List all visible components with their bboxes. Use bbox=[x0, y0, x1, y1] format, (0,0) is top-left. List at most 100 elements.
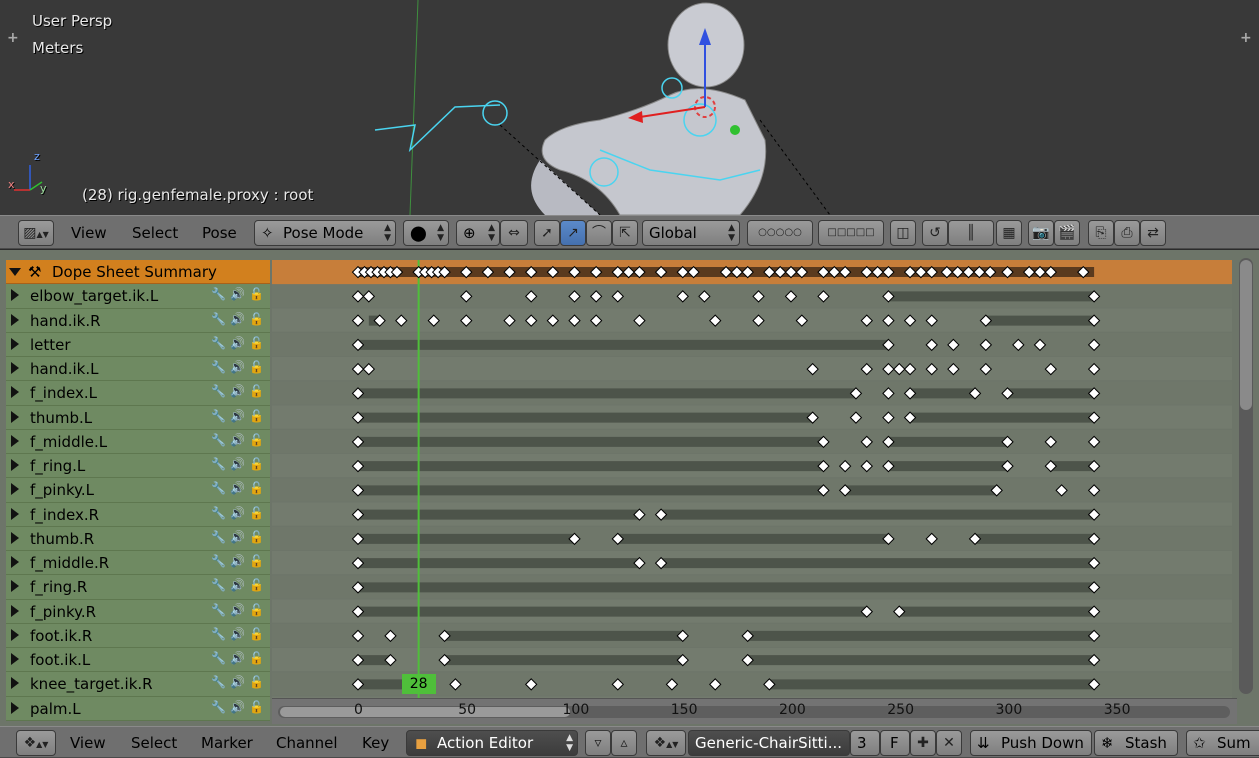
mute-speaker-icon[interactable]: 🔊 bbox=[230, 312, 249, 326]
mute-speaker-icon[interactable]: 🔊 bbox=[230, 457, 249, 471]
menu-marker[interactable]: Marker bbox=[201, 730, 253, 756]
paste-pose-icon[interactable]: ⎙ bbox=[1114, 220, 1140, 246]
new-action-icon[interactable]: ✚ bbox=[910, 730, 936, 756]
menu-view[interactable]: View bbox=[71, 220, 107, 246]
summary-toggle-button[interactable]: ✩ Sum bbox=[1186, 730, 1259, 756]
horizontal-scrollbar[interactable] bbox=[278, 706, 1230, 718]
push-down-button[interactable]: ⇊ Push Down bbox=[970, 730, 1092, 756]
summary-channel[interactable]: ⚒ Dope Sheet Summary bbox=[6, 260, 270, 285]
modifier-wrench-icon[interactable]: 🔧 bbox=[211, 554, 230, 568]
manipulator-toggle-icon[interactable]: ➚ bbox=[534, 220, 560, 246]
toolshelf-toggle-icon[interactable]: + bbox=[7, 30, 19, 46]
mute-speaker-icon[interactable]: 🔊 bbox=[230, 287, 249, 301]
modifier-wrench-icon[interactable]: 🔧 bbox=[211, 530, 230, 544]
channel-row[interactable]: hand.ik.L 🔧🔊🔓 bbox=[6, 357, 270, 382]
collapse-triangle-icon[interactable] bbox=[9, 268, 21, 276]
channel-row[interactable]: f_pinky.L 🔧🔊🔓 bbox=[6, 478, 270, 503]
channel-row[interactable]: knee_target.ik.R 🔧🔊🔓 bbox=[6, 672, 270, 697]
modifier-wrench-icon[interactable]: 🔧 bbox=[211, 409, 230, 423]
3d-viewport[interactable]: User Persp Meters (28) rig.genfemale.pro… bbox=[0, 0, 1259, 215]
lock-icon[interactable]: 🔓 bbox=[249, 627, 268, 641]
channel-row[interactable]: thumb.R 🔧🔊🔓 bbox=[6, 526, 270, 551]
lock-icon[interactable]: 🔓 bbox=[249, 578, 268, 592]
mute-speaker-icon[interactable]: 🔊 bbox=[230, 651, 249, 665]
stash-button[interactable]: ❄ Stash bbox=[1094, 730, 1178, 756]
pivot-selector[interactable]: ⊕ ▲ ▼ bbox=[456, 220, 500, 246]
manipulator-center-icon[interactable]: ⇔ bbox=[500, 220, 528, 246]
expand-triangle-icon[interactable] bbox=[11, 483, 19, 496]
mute-speaker-icon[interactable]: 🔊 bbox=[230, 675, 249, 689]
menu-channel[interactable]: Channel bbox=[276, 730, 338, 756]
mute-speaker-icon[interactable]: 🔊 bbox=[230, 384, 249, 398]
modifier-wrench-icon[interactable]: 🔧 bbox=[211, 700, 230, 714]
modifier-wrench-icon[interactable]: 🔧 bbox=[211, 433, 230, 447]
expand-triangle-icon[interactable] bbox=[11, 701, 19, 714]
mute-speaker-icon[interactable]: 🔊 bbox=[230, 409, 249, 423]
lock-icon[interactable]: 🔓 bbox=[249, 651, 268, 665]
lock-icon[interactable]: 🔓 bbox=[249, 312, 268, 326]
animation-render-icon[interactable]: 🎬 bbox=[1054, 220, 1080, 246]
lock-icon[interactable]: 🔓 bbox=[249, 433, 268, 447]
menu-key[interactable]: Key bbox=[362, 730, 389, 756]
channel-row[interactable]: hand.ik.R 🔧🔊🔓 bbox=[6, 308, 270, 333]
browse-action-icon[interactable]: ❖▲▼ bbox=[646, 730, 686, 756]
channel-row[interactable]: elbow_target.ik.L 🔧🔊🔓 bbox=[6, 284, 270, 309]
modifier-wrench-icon[interactable]: 🔧 bbox=[211, 312, 230, 326]
expand-triangle-icon[interactable] bbox=[11, 677, 19, 690]
channel-row[interactable]: thumb.L 🔧🔊🔓 bbox=[6, 405, 270, 430]
lock-icon[interactable]: 🔓 bbox=[249, 481, 268, 495]
menu-view[interactable]: View bbox=[70, 730, 106, 756]
channel-row[interactable]: foot.ik.L 🔧🔊🔓 bbox=[6, 648, 270, 673]
expand-triangle-icon[interactable] bbox=[11, 362, 19, 374]
filter-up-icon[interactable]: ▵ bbox=[611, 730, 637, 756]
layers-group-1-icon[interactable]: ○○○○○ bbox=[747, 220, 813, 246]
keyframe-area[interactable] bbox=[272, 260, 1232, 698]
modifier-wrench-icon[interactable]: 🔧 bbox=[211, 627, 230, 641]
editor-type-icon[interactable]: ▨▲▼ bbox=[18, 220, 54, 246]
paste-flipped-pose-icon[interactable]: ⇄ bbox=[1140, 220, 1166, 246]
expand-triangle-icon[interactable] bbox=[11, 556, 19, 568]
modifier-wrench-icon[interactable]: 🔧 bbox=[211, 287, 230, 301]
lock-layers-icon[interactable]: ◫ bbox=[890, 220, 916, 246]
expand-triangle-icon[interactable] bbox=[11, 580, 19, 593]
unlink-action-icon[interactable]: ✕ bbox=[936, 730, 962, 756]
lock-icon[interactable]: 🔓 bbox=[249, 506, 268, 520]
channel-row[interactable]: f_middle.R 🔧🔊🔓 bbox=[6, 551, 270, 576]
lock-icon[interactable]: 🔓 bbox=[249, 675, 268, 689]
mute-speaker-icon[interactable]: 🔊 bbox=[230, 481, 249, 495]
scale-icon[interactable]: ⇱ bbox=[612, 220, 638, 246]
lock-icon[interactable]: 🔓 bbox=[249, 384, 268, 398]
modifier-wrench-icon[interactable]: 🔧 bbox=[211, 578, 230, 592]
expand-triangle-icon[interactable] bbox=[11, 386, 19, 399]
editor-type-icon[interactable]: ❖▲▼ bbox=[16, 730, 56, 756]
expand-triangle-icon[interactable] bbox=[11, 653, 19, 665]
channel-row[interactable]: f_middle.L 🔧🔊🔓 bbox=[6, 429, 270, 454]
mode-selector[interactable]: ✧ Pose Mode ▲ ▼ bbox=[254, 220, 396, 246]
modifier-wrench-icon[interactable]: 🔧 bbox=[211, 384, 230, 398]
channel-row[interactable]: f_ring.R 🔧🔊🔓 bbox=[6, 575, 270, 600]
dopesheet-area[interactable]: ⚒ Dope Sheet Summary elbow_target.ik.L 🔧🔊🔓 h… bbox=[0, 250, 1259, 726]
lock-icon[interactable]: 🔓 bbox=[249, 457, 268, 471]
menu-select[interactable]: Select bbox=[131, 730, 177, 756]
render-icon[interactable]: 📷 bbox=[1028, 220, 1054, 246]
mute-speaker-icon[interactable]: 🔊 bbox=[230, 627, 249, 641]
lock-icon[interactable]: 🔓 bbox=[249, 530, 268, 544]
mute-speaker-icon[interactable]: 🔊 bbox=[230, 433, 249, 447]
vertical-scrollbar[interactable] bbox=[1239, 258, 1253, 694]
lock-icon[interactable]: 🔓 bbox=[249, 409, 268, 423]
mute-speaker-icon[interactable]: 🔊 bbox=[230, 700, 249, 714]
modifier-wrench-icon[interactable]: 🔧 bbox=[211, 457, 230, 471]
orientation-selector[interactable]: Global ▲ ▼ bbox=[642, 220, 740, 246]
copy-pose-icon[interactable]: ⎘ bbox=[1088, 220, 1114, 246]
fake-user-button[interactable]: F bbox=[880, 730, 910, 756]
lock-icon[interactable]: 🔓 bbox=[249, 700, 268, 714]
expand-triangle-icon[interactable] bbox=[11, 507, 19, 520]
lock-icon[interactable]: 🔓 bbox=[249, 360, 268, 374]
expand-triangle-icon[interactable] bbox=[11, 604, 19, 617]
modifier-wrench-icon[interactable]: 🔧 bbox=[211, 506, 230, 520]
action-name-field[interactable]: Generic-ChairSitti... bbox=[688, 730, 850, 756]
expand-triangle-icon[interactable] bbox=[11, 410, 19, 423]
properties-toggle-icon[interactable]: + bbox=[1240, 30, 1252, 46]
channel-row[interactable]: letter 🔧🔊🔓 bbox=[6, 332, 270, 357]
lock-icon[interactable]: 🔓 bbox=[249, 603, 268, 617]
